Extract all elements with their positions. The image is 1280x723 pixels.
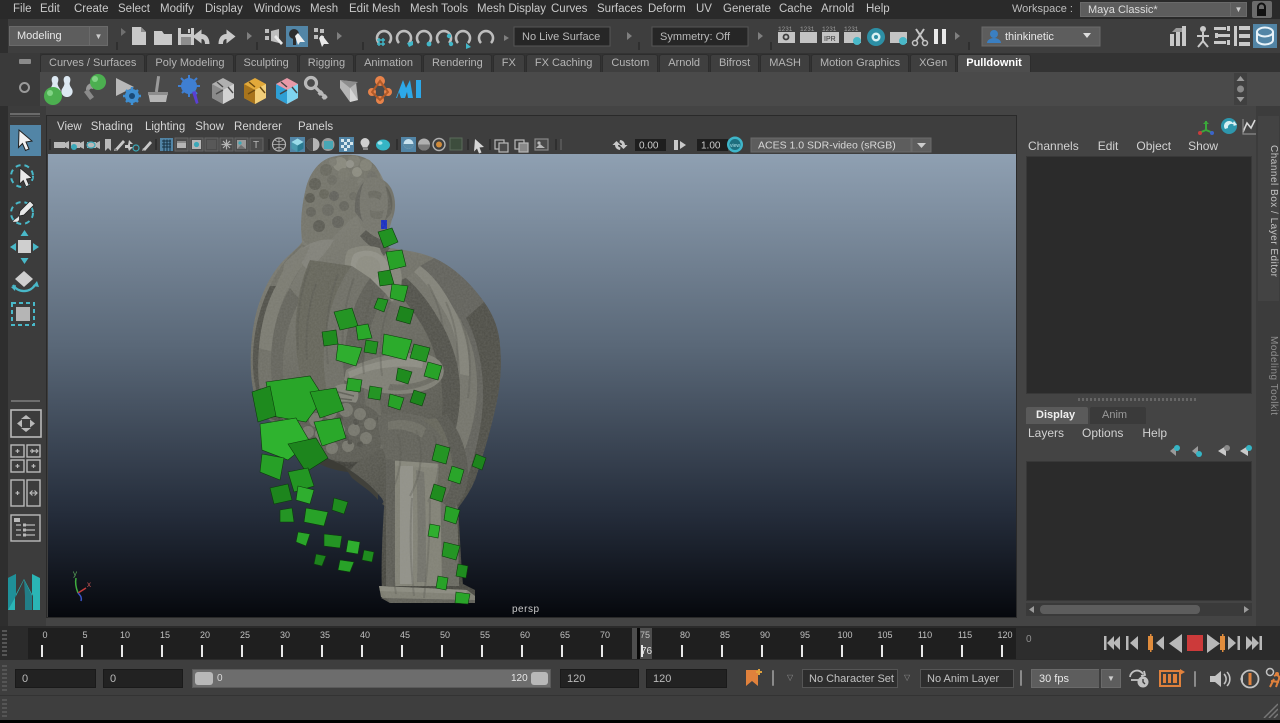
svg-text:45: 45: [400, 630, 410, 640]
svg-text:120: 120: [997, 630, 1012, 640]
svg-text:IPR: IPR: [824, 36, 836, 43]
svg-text:persp: persp: [512, 604, 540, 615]
svg-text:70: 70: [600, 630, 610, 640]
svg-text:60: 60: [520, 630, 530, 640]
svg-text:Symmetry: Off: Symmetry: Off: [660, 31, 731, 43]
svg-text:1231: 1231: [844, 26, 859, 33]
svg-text:100: 100: [837, 630, 852, 640]
svg-text:5: 5: [82, 630, 87, 640]
svg-text:1.00: 1.00: [701, 141, 721, 152]
svg-text:thinkinetic: thinkinetic: [1005, 31, 1054, 43]
svg-text:80: 80: [680, 630, 690, 640]
svg-text:20: 20: [200, 630, 210, 640]
svg-text:T: T: [253, 140, 259, 151]
svg-text:75: 75: [640, 630, 650, 640]
svg-text:view: view: [730, 143, 740, 149]
svg-text:115: 115: [958, 630, 972, 640]
svg-text:10: 10: [120, 630, 130, 640]
svg-text:No Live Surface: No Live Surface: [522, 31, 600, 43]
svg-text:95: 95: [800, 630, 810, 640]
svg-text:55: 55: [480, 630, 490, 640]
svg-text:50: 50: [440, 630, 450, 640]
svg-text:0: 0: [42, 630, 47, 640]
svg-text:76: 76: [641, 646, 653, 657]
svg-text:y: y: [73, 569, 77, 578]
svg-text:0.00: 0.00: [639, 141, 659, 152]
svg-text:15: 15: [160, 630, 170, 640]
svg-text:65: 65: [560, 630, 570, 640]
svg-text:1231: 1231: [800, 26, 815, 33]
svg-text:25: 25: [240, 630, 250, 640]
svg-text:35: 35: [320, 630, 330, 640]
svg-text:x: x: [87, 580, 91, 589]
svg-text:1231: 1231: [778, 26, 793, 33]
svg-text:85: 85: [720, 630, 730, 640]
svg-text:105: 105: [877, 630, 892, 640]
svg-text:110: 110: [918, 630, 932, 640]
svg-text:ACES 1.0 SDR-video (sRGB): ACES 1.0 SDR-video (sRGB): [758, 140, 896, 152]
svg-text:40: 40: [360, 630, 370, 640]
svg-text:90: 90: [760, 630, 770, 640]
svg-text:30: 30: [280, 630, 290, 640]
svg-text:1231: 1231: [822, 26, 837, 33]
